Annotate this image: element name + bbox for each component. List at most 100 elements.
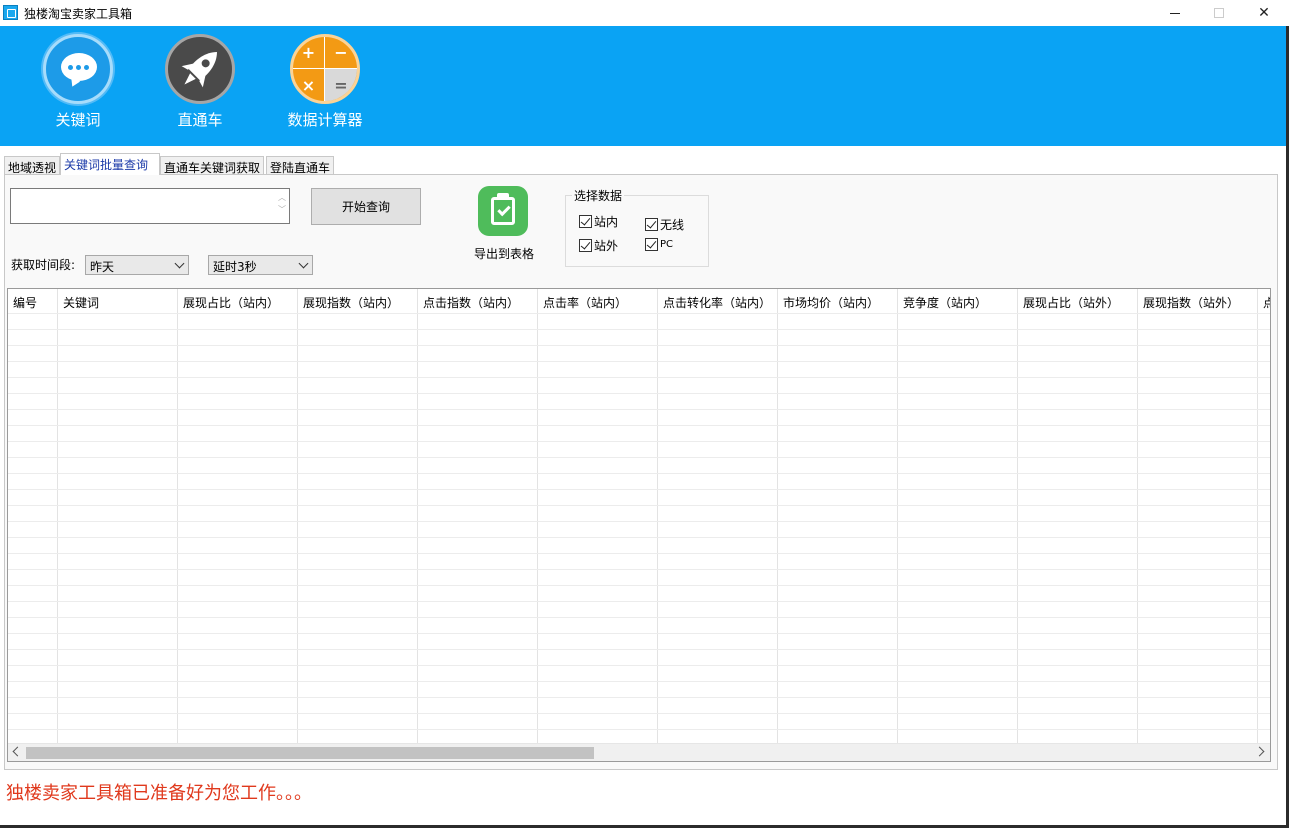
table-row-divider <box>8 729 1270 730</box>
tab-login-ztc[interactable]: 登陆直通车 <box>266 156 334 175</box>
scrollbar-thumb[interactable] <box>26 747 594 759</box>
column-header[interactable]: 点击指数（站内） <box>418 289 538 314</box>
table-row-divider <box>8 441 1270 442</box>
scroll-right-icon[interactable] <box>1254 746 1265 757</box>
checkbox-pc-label: PC <box>660 239 674 250</box>
table-row-divider <box>8 681 1270 682</box>
table-row-divider <box>8 489 1270 490</box>
clipboard-check-icon[interactable] <box>478 186 528 236</box>
table-row-divider <box>8 617 1270 618</box>
export-to-table-label[interactable]: 导出到表格 <box>468 245 540 262</box>
horizontal-scrollbar[interactable] <box>8 743 1270 761</box>
close-button[interactable]: ✕ <box>1241 0 1287 26</box>
table-row-divider <box>8 665 1270 666</box>
table-column <box>898 289 1018 744</box>
delay-value: 延时3秒 <box>213 260 257 274</box>
table-row-divider <box>8 537 1270 538</box>
table-row-divider <box>8 313 1270 314</box>
checkbox-checked-icon <box>579 239 592 252</box>
toolbar-banner: 关键词 直通车 + − × = 数据计算器 <box>0 26 1289 146</box>
table-column <box>1138 289 1258 744</box>
table-row-divider <box>8 393 1270 394</box>
checkbox-checked-icon <box>645 238 658 251</box>
rocket-icon <box>165 34 235 104</box>
table-row-divider <box>8 329 1270 330</box>
table-column <box>58 289 178 744</box>
checkbox-onsite-label: 站内 <box>594 215 619 229</box>
checkbox-pc[interactable]: PC <box>645 238 673 251</box>
minimize-button[interactable] <box>1152 0 1198 26</box>
scroll-left-icon[interactable] <box>12 746 23 757</box>
column-header[interactable]: 展现指数（站内） <box>298 289 418 314</box>
table-row-divider <box>8 649 1270 650</box>
table-column <box>178 289 298 744</box>
data-selection-legend: 选择数据 <box>572 187 625 204</box>
results-table[interactable]: 编号 关键词 展现占比（站内） 展现指数（站内） 点击指数（站内） 点击率（站内… <box>7 288 1271 762</box>
title-bar: 独楼淘宝卖家工具箱 ✕ <box>0 0 1289 26</box>
table-column <box>658 289 778 744</box>
table-row-divider <box>8 361 1270 362</box>
tab-keyword-batch-query[interactable]: 关键词批量查询 <box>60 153 160 175</box>
plus-icon: + <box>293 37 325 69</box>
column-header[interactable]: 点击率（站内） <box>538 289 658 314</box>
table-row-divider <box>8 473 1270 474</box>
table-row-divider <box>8 633 1270 634</box>
table-column <box>778 289 898 744</box>
calculator-tool-button[interactable]: + − × = 数据计算器 <box>280 34 370 130</box>
checkbox-wireless[interactable]: 无线 <box>645 216 684 233</box>
delay-select[interactable]: 延时3秒 <box>208 255 313 275</box>
ztc-tool-label: 直通车 <box>177 111 223 129</box>
column-header[interactable]: 点击转化率（站内） <box>658 289 778 314</box>
status-message: 独楼卖家工具箱已准备好为您工作。。。 <box>6 783 312 804</box>
table-column <box>298 289 418 744</box>
column-header[interactable]: 编号 <box>8 289 58 314</box>
data-selection-group: 选择数据 站内 无线 站外 PC <box>565 187 709 267</box>
table-row-divider <box>8 553 1270 554</box>
start-query-button[interactable]: 开始查询 <box>311 188 421 225</box>
checkbox-offsite[interactable]: 站外 <box>579 237 618 254</box>
table-row-divider <box>8 585 1270 586</box>
table-row-divider <box>8 457 1270 458</box>
keywords-input[interactable]: ︿ ﹀ <box>10 188 290 224</box>
multiply-icon: × <box>293 69 325 101</box>
keyword-query-panel: ︿ ﹀ 开始查询 导出到表格 选择数据 站内 无线 站外 PC 获取时间段: 昨天… <box>4 174 1278 770</box>
keyword-tool-button[interactable]: 关键词 <box>40 34 116 130</box>
ztc-tool-button[interactable]: 直通车 <box>160 34 240 130</box>
column-header[interactable]: 展现指数（站外） <box>1138 289 1258 314</box>
table-column <box>1018 289 1138 744</box>
column-header[interactable]: 展现占比（站内） <box>178 289 298 314</box>
chat-bubble-icon <box>43 34 113 104</box>
table-row-divider <box>8 713 1270 714</box>
input-scroll-arrows-icon[interactable]: ︿ ﹀ <box>277 192 287 220</box>
checkbox-wireless-label: 无线 <box>660 218 685 232</box>
checkbox-onsite[interactable]: 站内 <box>579 213 618 230</box>
keyword-tool-label: 关键词 <box>55 111 101 129</box>
table-row-divider <box>8 569 1270 570</box>
minus-icon: − <box>325 37 357 69</box>
checkbox-offsite-label: 站外 <box>594 239 619 253</box>
tab-region-insight[interactable]: 地域透视 <box>4 156 60 175</box>
calculator-icon: + − × = <box>290 34 360 104</box>
column-header[interactable]: 展现占比（站外） <box>1018 289 1138 314</box>
app-icon <box>3 5 18 20</box>
table-row-divider <box>8 425 1270 426</box>
column-header[interactable]: 市场均价（站内） <box>778 289 898 314</box>
table-row-divider <box>8 505 1270 506</box>
table-row-divider <box>8 601 1270 602</box>
time-period-select[interactable]: 昨天 <box>85 255 189 275</box>
table-row-divider <box>8 409 1270 410</box>
table-column <box>418 289 538 744</box>
calculator-tool-label: 数据计算器 <box>287 111 363 129</box>
column-header[interactable]: 点 <box>1258 289 1270 314</box>
column-header[interactable]: 竞争度（站内） <box>898 289 1018 314</box>
window-title: 独楼淘宝卖家工具箱 <box>24 7 133 21</box>
table-row-divider <box>8 377 1270 378</box>
equals-icon: = <box>325 69 357 101</box>
column-header[interactable]: 关键词 <box>58 289 178 314</box>
table-row-divider <box>8 697 1270 698</box>
tab-ztc-keyword-fetch[interactable]: 直通车关键词获取 <box>160 156 264 175</box>
maximize-button[interactable] <box>1196 0 1242 26</box>
table-column <box>538 289 658 744</box>
chevron-down-icon <box>174 258 185 269</box>
maximize-icon <box>1214 8 1224 18</box>
